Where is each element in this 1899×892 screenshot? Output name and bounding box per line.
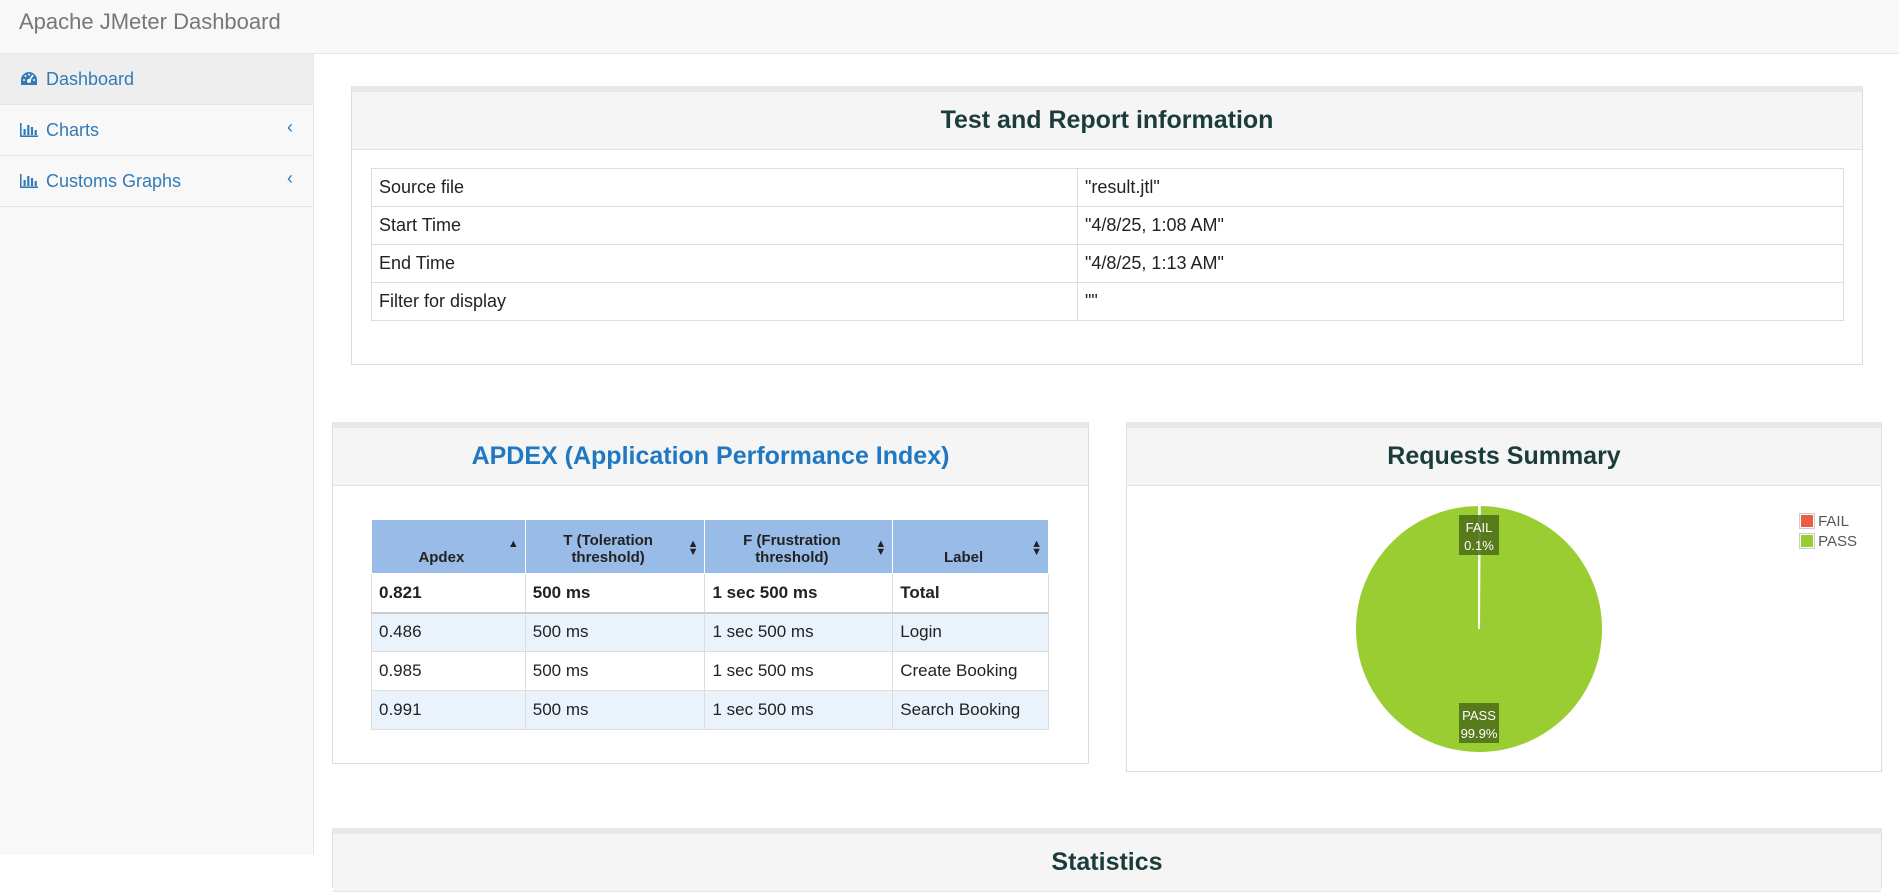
info-value: "result.jtl" — [1077, 168, 1844, 207]
info-value: "" — [1077, 282, 1844, 321]
chevron-left-icon[interactable]: ‹ — [287, 168, 293, 189]
sidebar-item-label: Customs Graphs — [46, 171, 182, 191]
bar-chart-icon — [20, 174, 38, 188]
info-key: Source file — [371, 168, 1078, 207]
label-cell: Search Booking — [892, 690, 1049, 730]
header-label: Label — [944, 549, 984, 566]
table-row: 0.991 500 ms 1 sec 500 ms Search Booking — [371, 690, 1049, 730]
toleration-cell: 500 ms — [524, 651, 706, 691]
table-row: 0.985 500 ms 1 sec 500 ms Create Booking — [371, 651, 1049, 691]
sidebar-item-customs-graphs[interactable]: Customs Graphs ‹ — [0, 156, 313, 207]
sidebar: Dashboard Charts ‹ Customs Graphs ‹ — [0, 54, 314, 855]
apdex-cell: 0.991 — [371, 690, 526, 730]
test-info-title: Test and Report information — [352, 92, 1862, 150]
sort-asc-icon[interactable]: ▲ — [508, 539, 519, 550]
dashboard-icon — [21, 72, 37, 85]
table-row: Start Time "4/8/25, 1:08 AM" — [371, 206, 1844, 245]
sidebar-item-charts[interactable]: Charts ‹ — [0, 105, 313, 156]
top-navbar: Apache JMeter Dashboard — [0, 0, 1899, 54]
legend-swatch-pass — [1800, 534, 1815, 548]
column-header-label[interactable]: Label ▲ ▼ — [892, 519, 1049, 574]
header-label: T (Toleration threshold) — [563, 532, 653, 566]
sidebar-item-dashboard[interactable]: Dashboard — [0, 54, 313, 105]
info-key: Filter for display — [371, 282, 1078, 321]
toleration-cell: 500 ms — [524, 573, 706, 614]
apdex-table: Apdex ▲ T (Toleration threshold) ▲ ▼ F (F… — [371, 519, 1049, 730]
pie-label-percent: 0.1% — [1464, 538, 1494, 553]
toleration-cell: 500 ms — [524, 690, 706, 730]
app-title[interactable]: Apache JMeter Dashboard — [19, 9, 281, 35]
apdex-cell: 0.821 — [371, 573, 526, 614]
pie-label-category: FAIL — [1466, 520, 1493, 535]
legend-item-pass[interactable]: PASS — [1800, 531, 1857, 551]
toleration-cell: 500 ms — [524, 612, 706, 652]
frustration-cell: 1 sec 500 ms — [704, 573, 894, 614]
info-key: Start Time — [371, 206, 1078, 245]
frustration-cell: 1 sec 500 ms — [704, 612, 894, 652]
test-info-panel: Test and Report information Source file … — [351, 86, 1863, 365]
info-value: "4/8/25, 1:08 AM" — [1077, 206, 1844, 245]
pie-chart-area: FAIL 0.1% PASS 99.9% FAIL PASS — [1127, 485, 1881, 770]
header-label: F (Frustration threshold) — [743, 532, 841, 566]
pie-label-fail: FAIL 0.1% — [1459, 515, 1499, 555]
statistics-title: Statistics — [333, 834, 1881, 892]
table-header-row: Apdex ▲ T (Toleration threshold) ▲ ▼ F (F… — [371, 519, 1049, 574]
info-value: "4/8/25, 1:13 AM" — [1077, 244, 1844, 283]
header-label: Apdex — [418, 549, 465, 566]
legend-label: FAIL — [1818, 512, 1849, 530]
pie-label-pass: PASS 99.9% — [1459, 703, 1499, 743]
table-row: Source file "result.jtl" — [371, 168, 1844, 207]
test-info-table: Source file "result.jtl" Start Time "4/8… — [371, 168, 1844, 321]
apdex-cell: 0.486 — [371, 612, 526, 652]
table-row: 0.486 500 ms 1 sec 500 ms Login — [371, 612, 1049, 652]
sort-icon[interactable]: ▲ ▼ — [688, 539, 699, 558]
table-row: Filter for display "" — [371, 282, 1844, 321]
column-header-frustration[interactable]: F (Frustration threshold) ▲ ▼ — [704, 519, 894, 574]
apdex-title: APDEX (Application Performance Index) — [333, 428, 1088, 486]
requests-summary-panel: Requests Summary FAIL 0.1% PASS 99.9% FAIL … — [1126, 422, 1882, 772]
column-header-apdex[interactable]: Apdex ▲ — [371, 519, 526, 574]
label-cell: Total — [892, 573, 1049, 614]
table-row: End Time "4/8/25, 1:13 AM" — [371, 244, 1844, 283]
label-cell: Login — [892, 612, 1049, 652]
table-row-total: 0.821 500 ms 1 sec 500 ms Total — [371, 573, 1049, 614]
legend-swatch-fail — [1800, 514, 1815, 528]
pie-label-percent: 99.9% — [1461, 726, 1498, 741]
sidebar-item-label: Charts — [46, 120, 100, 140]
legend-label: PASS — [1818, 532, 1857, 550]
legend-item-fail[interactable]: FAIL — [1800, 511, 1857, 531]
frustration-cell: 1 sec 500 ms — [704, 651, 894, 691]
statistics-panel: Statistics — [332, 828, 1882, 892]
sidebar-item-label: Dashboard — [46, 69, 135, 89]
requests-summary-title: Requests Summary — [1127, 428, 1881, 486]
chevron-left-icon[interactable]: ‹ — [287, 117, 293, 138]
apdex-panel: APDEX (Application Performance Index) Ap… — [332, 422, 1089, 764]
chart-legend: FAIL PASS — [1800, 511, 1857, 551]
apdex-cell: 0.985 — [371, 651, 526, 691]
bar-chart-icon — [20, 123, 38, 137]
frustration-cell: 1 sec 500 ms — [704, 690, 894, 730]
column-header-toleration[interactable]: T (Toleration threshold) ▲ ▼ — [524, 519, 706, 574]
info-key: End Time — [371, 244, 1078, 283]
sort-icon[interactable]: ▲ ▼ — [1031, 539, 1042, 558]
sort-icon[interactable]: ▲ ▼ — [875, 539, 886, 558]
requests-pie-chart[interactable]: FAIL 0.1% PASS 99.9% — [1127, 485, 1881, 770]
label-cell: Create Booking — [892, 651, 1049, 691]
pie-label-category: PASS — [1462, 708, 1496, 723]
